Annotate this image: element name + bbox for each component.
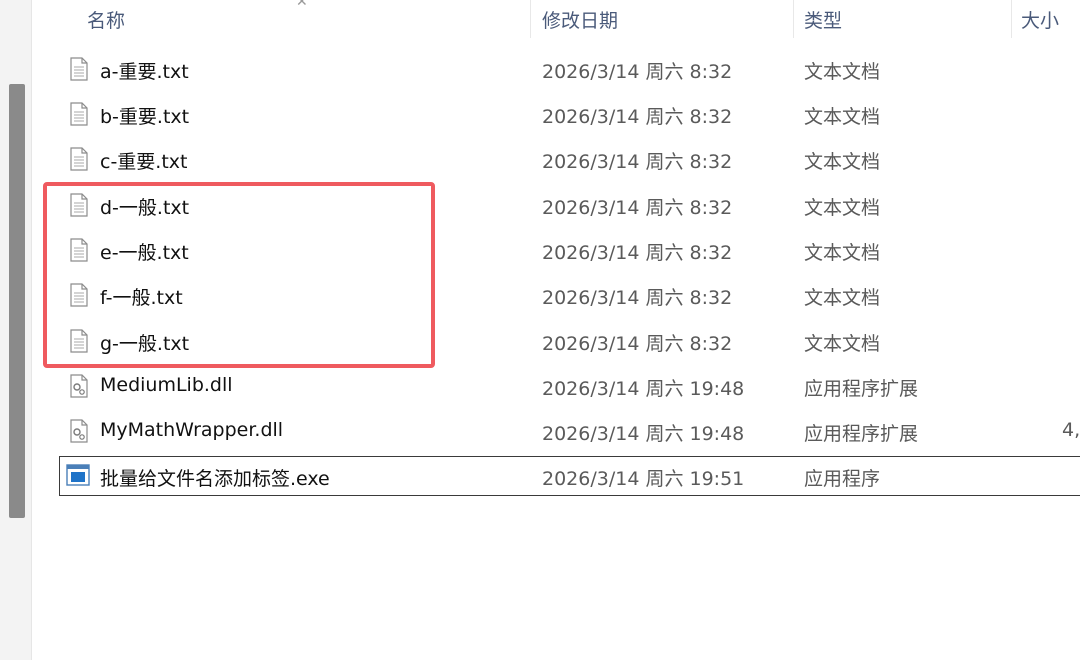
file-type: 文本文档 — [804, 151, 881, 173]
file-type: 文本文档 — [804, 197, 881, 219]
file-type: 应用程序 — [804, 468, 881, 490]
text-file-icon — [70, 57, 88, 81]
file-name: a-重要.txt — [100, 61, 189, 83]
file-date: 2026/3/14 周六 8:32 — [542, 287, 733, 309]
file-date: 2026/3/14 周六 8:32 — [542, 242, 733, 264]
file-row[interactable]: MyMathWrapper.dll 2026/3/14 周六 19:48 应用程… — [60, 410, 1080, 452]
file-date: 2026/3/14 周六 8:32 — [542, 197, 733, 219]
file-date: 2026/3/14 周六 19:48 — [542, 423, 745, 445]
text-file-icon — [70, 147, 88, 171]
file-type: 文本文档 — [804, 242, 881, 264]
file-name: c-重要.txt — [100, 151, 188, 173]
file-row[interactable]: c-重要.txt 2026/3/14 周六 8:32 文本文档 — [60, 138, 1080, 180]
file-date: 2026/3/14 周六 8:32 — [542, 106, 733, 128]
file-size: 4, — [1062, 419, 1080, 441]
file-row[interactable]: MediumLib.dll 2026/3/14 周六 19:48 应用程序扩展 — [60, 365, 1080, 407]
file-name: b-重要.txt — [100, 106, 190, 128]
file-type: 文本文档 — [804, 287, 881, 309]
annotation-highlight-box — [43, 182, 435, 368]
file-type: 应用程序扩展 — [804, 423, 919, 445]
file-date: 2026/3/14 周六 19:48 — [542, 378, 745, 400]
file-type: 文本文档 — [804, 333, 881, 355]
text-file-icon — [70, 102, 88, 126]
file-name: MyMathWrapper.dll — [100, 419, 284, 441]
file-date: 2026/3/14 周六 8:32 — [542, 333, 733, 355]
dll-file-icon — [70, 374, 88, 398]
file-row[interactable]: b-重要.txt 2026/3/14 周六 8:32 文本文档 — [60, 93, 1080, 135]
file-row-selected[interactable]: 批量给文件名添加标签.exe 2026/3/14 周六 19:51 应用程序 — [59, 456, 1080, 496]
file-name: 批量给文件名添加标签.exe — [100, 468, 330, 490]
file-date: 2026/3/14 周六 8:32 — [542, 61, 733, 83]
exe-file-icon — [66, 464, 90, 486]
file-type: 文本文档 — [804, 61, 881, 83]
file-date: 2026/3/14 周六 19:51 — [542, 468, 745, 490]
file-name: MediumLib.dll — [100, 374, 233, 396]
dll-file-icon — [70, 419, 88, 443]
file-row[interactable]: a-重要.txt 2026/3/14 周六 8:32 文本文档 — [60, 48, 1080, 90]
file-type: 应用程序扩展 — [804, 378, 919, 400]
file-date: 2026/3/14 周六 8:32 — [542, 151, 733, 173]
file-type: 文本文档 — [804, 106, 881, 128]
